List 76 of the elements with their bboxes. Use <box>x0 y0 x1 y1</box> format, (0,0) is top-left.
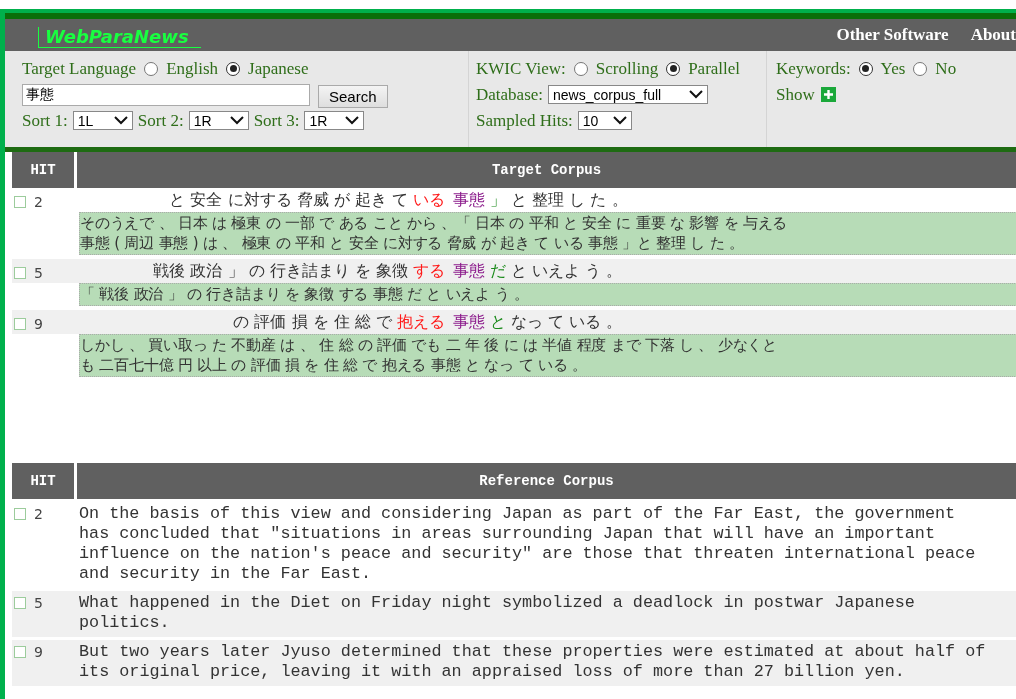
right-context: と 整理 し た 。 <box>511 189 628 209</box>
field-label: Database: <box>476 84 544 105</box>
radio-button[interactable] <box>573 61 588 76</box>
chevron-down-icon <box>612 116 627 125</box>
hit-number: 9 <box>34 316 43 332</box>
checkbox[interactable] <box>14 196 26 208</box>
right-word: だ <box>490 260 507 280</box>
column-header: Reference Corpus <box>478 472 615 491</box>
field-label: Target Language <box>22 58 137 79</box>
keyword: 事態 <box>453 260 485 280</box>
reference-sentence: What happened in the Diet on Friday night symbolized a deadlock in postwar Japanese politics. <box>79 592 916 633</box>
left-context: と 安全 に対する 脅威 が 起き て <box>169 189 408 209</box>
column-header: HIT <box>12 463 77 499</box>
field-label: Sort 2: <box>137 110 184 131</box>
hit-number: 2 <box>34 506 43 522</box>
node-word: する <box>413 260 445 280</box>
column-header: Target Corpus <box>490 161 603 180</box>
column-header: HIT <box>12 152 77 188</box>
show-link[interactable]: Show <box>776 84 815 105</box>
radio-label: Parallel <box>688 58 741 79</box>
sentence-line: 事態 ( 周辺 事態 ) は 、 極東 の 平和 と 安全 に対する 脅威 が 起き て いる 事態 」と 整理 し た 。 <box>80 233 744 253</box>
checkbox[interactable] <box>14 508 26 520</box>
database-dropdown[interactable]: news_corpus_full <box>548 85 709 104</box>
reference-sentence: But two years later Jyuso determined that these properties were estimated at about half of its original price, leaving it with an appraised loss of more than 27 billion yen. <box>79 641 987 682</box>
field-label: Sort 1: <box>22 110 68 131</box>
node-word: 抱える <box>397 311 445 331</box>
left-context: 戦後 政治 」 の 行き詰まり を 象徴 <box>153 260 408 280</box>
sentence-line: 「 戦後 政治 」 の 行き詰まり を 象徴 する 事態 だ と いえよ う 。 <box>80 284 529 304</box>
reference-sentence: On the basis of this view and considering Japan as part of the Far East, the government has concluded that "situations in areas surrounding Japan that will have an important influence on the nation's peace and security" are those that threaten international peace and security in the Far East. <box>79 503 977 584</box>
radio-label: Scrolling <box>595 58 659 79</box>
right-word: 」 <box>490 189 507 209</box>
chevron-down-icon <box>345 116 360 125</box>
keyword: 事態 <box>453 311 485 331</box>
chevron-down-icon <box>689 90 704 99</box>
chevron-down-icon <box>113 116 128 125</box>
chevron-down-icon <box>229 116 244 125</box>
right-context: なっ て いる 。 <box>511 311 623 331</box>
sort-dropdown[interactable]: 1R <box>188 111 249 130</box>
checkbox[interactable] <box>14 318 26 330</box>
field-label: Sort 3: <box>253 110 300 131</box>
radio-label: No <box>935 58 957 79</box>
checkbox[interactable] <box>14 646 26 658</box>
sort-dropdown[interactable]: 1L <box>72 111 133 130</box>
radio-button[interactable] <box>913 61 928 76</box>
radio-label: Japanese <box>248 58 309 79</box>
radio-button[interactable] <box>858 61 873 76</box>
radio-button[interactable] <box>226 61 241 76</box>
logo[interactable]: WebParaNews <box>38 26 201 48</box>
field-label: KWIC View: <box>476 58 566 79</box>
sentence-line: も 二百七十億 円 以上 の 評価 損 を 住 総 で 抱える 事態 と なっ て いる 。 <box>80 355 587 375</box>
field-label: Sampled Hits: <box>476 110 573 131</box>
field-label: Keywords: <box>776 58 851 79</box>
radio-button[interactable] <box>144 61 159 76</box>
radio-button[interactable] <box>666 61 681 76</box>
keyword: 事態 <box>453 189 485 209</box>
sentence-line: しかし 、 買い取っ た 不動産 は 、 住 総 の 評価 でも 二 年 後 に は 半値 程度 まで 下落 し 、 少なくと <box>80 335 778 355</box>
checkbox[interactable] <box>14 267 26 279</box>
radio-label: Yes <box>880 58 906 79</box>
sentence-line: そのうえで 、 日本 は 極東 の 一部 で ある こと から 、「 日本 の 平和 と 安全 に 重要 な 影響 を 与える <box>80 213 788 233</box>
search-field[interactable]: 事態 <box>22 83 310 106</box>
hits-dropdown[interactable]: 10 <box>577 111 632 130</box>
node-word: いる <box>413 189 445 209</box>
hit-number: 5 <box>34 265 43 281</box>
left-context: の 評価 損 を 住 総 で <box>233 311 392 331</box>
right-word: と <box>490 311 507 331</box>
right-context: と いえよ う 。 <box>511 260 623 280</box>
nav-link[interactable]: Other Software <box>836 25 949 45</box>
sort-dropdown[interactable]: 1R <box>304 111 365 130</box>
radio-label: English <box>166 58 219 79</box>
hit-number: 5 <box>34 595 43 611</box>
nav-link[interactable]: About <box>970 25 1016 45</box>
search-button[interactable]: Search <box>318 85 388 108</box>
hit-number: 9 <box>34 644 43 660</box>
hit-number: 2 <box>34 194 43 210</box>
checkbox[interactable] <box>14 597 26 609</box>
plus-icon[interactable] <box>820 87 836 102</box>
